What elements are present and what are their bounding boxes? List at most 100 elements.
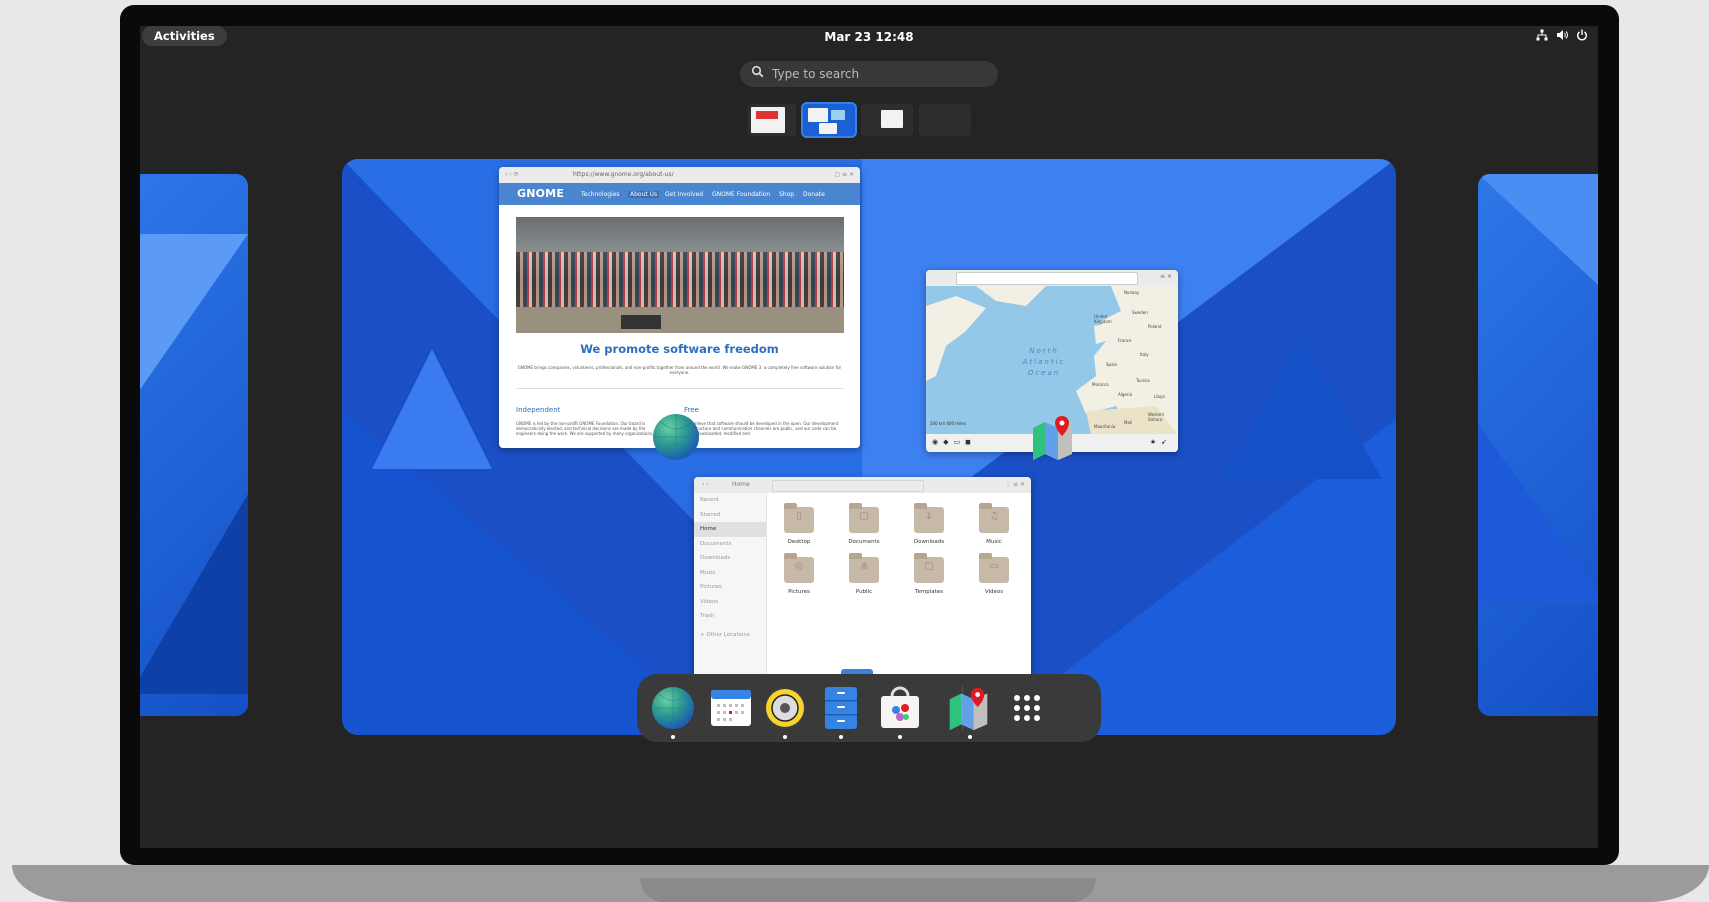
sidebar-item-pictures[interactable]: Pictures: [694, 580, 766, 595]
independent-heading: Independent: [516, 406, 561, 414]
maps-search-input[interactable]: [956, 272, 1138, 285]
gnome-site-nav: GNOME Technologies About Us Get Involved…: [499, 183, 860, 205]
path-field[interactable]: [772, 480, 924, 492]
web-app-icon: [653, 414, 699, 460]
rhythmbox-icon[interactable]: [763, 686, 807, 730]
folder-pictures[interactable]: ◎: [784, 553, 814, 583]
folder-label: Music: [986, 539, 1002, 545]
search-placeholder: Type to search: [772, 67, 860, 81]
label-libya: Libya: [1154, 394, 1165, 399]
back-button[interactable]: ‹ › ⟳: [505, 171, 519, 178]
wallpaper-facet: [1478, 424, 1598, 604]
nav-about-us[interactable]: About Us: [628, 191, 660, 198]
url-bar[interactable]: https://www.gnome.org/about-us/: [573, 171, 674, 178]
web-browser-window[interactable]: ‹ › ⟳ https://www.gnome.org/about-us/ ▢ …: [499, 167, 860, 448]
nav-gnome-foundation[interactable]: GNOME Foundation: [712, 191, 770, 198]
nav-arrows[interactable]: ‹ ›: [702, 481, 709, 488]
video-icon: ▭: [989, 561, 999, 572]
calendar-icon[interactable]: [709, 686, 753, 730]
camera-icon: ◎: [794, 561, 804, 572]
mini-window: [831, 110, 845, 120]
folder-documents[interactable]: ▢: [849, 503, 879, 533]
map-view[interactable]: North Atlantic Ocean Norway Sweden Unite…: [926, 286, 1178, 435]
window-controls[interactable]: ⋮ ≡ ✕: [1005, 481, 1025, 488]
crowd: [516, 252, 844, 307]
workspace-thumbnail-2[interactable]: [801, 102, 857, 138]
sidebar-item-videos[interactable]: Videos: [694, 595, 766, 610]
sidebar-item-trash[interactable]: Trash: [694, 609, 766, 624]
music-icon: ♫: [989, 511, 999, 522]
nav-donate[interactable]: Donate: [803, 191, 825, 198]
ocean-label: North Atlantic Ocean: [1022, 347, 1066, 377]
running-indicator: [968, 735, 972, 739]
network-icon: [1536, 29, 1548, 41]
top-bar: Activities Mar 23 12:48: [140, 26, 1598, 50]
files-window[interactable]: ‹ › Home ⋮ ≡ ✕ Recent Starred Home Docum…: [694, 477, 1031, 685]
window-controls[interactable]: ≡ ✕: [1160, 273, 1172, 280]
nav-shop[interactable]: Shop: [779, 191, 794, 198]
folder-public[interactable]: ⋔: [849, 553, 879, 583]
sidebar-item-downloads[interactable]: Downloads: [694, 551, 766, 566]
workspace-next[interactable]: [1478, 174, 1598, 716]
system-tray[interactable]: [1536, 29, 1588, 41]
maps-icon[interactable]: [947, 686, 991, 730]
folder-glyph-icon: ▯: [796, 511, 802, 522]
browser-headerbar: ‹ › ⟳ https://www.gnome.org/about-us/ ▢ …: [499, 167, 860, 183]
path-bar[interactable]: Home: [732, 481, 750, 488]
template-icon: ▢: [924, 561, 934, 572]
volume-icon: [1557, 30, 1568, 40]
power-icon: [1577, 29, 1587, 41]
wallpaper-facet: [372, 349, 492, 469]
ground: [516, 307, 844, 333]
clock[interactable]: Mar 23 12:48: [140, 30, 1598, 44]
folder-label: Pictures: [788, 589, 810, 595]
label-sweden: Sweden: [1132, 310, 1148, 315]
search-entry[interactable]: Type to search: [740, 61, 998, 87]
show-apps-icon[interactable]: [1005, 686, 1049, 730]
web-browser-icon[interactable]: [651, 686, 695, 730]
folder-downloads[interactable]: ↓: [914, 503, 944, 533]
free-text: We believe that software should be devel…: [684, 421, 839, 436]
folder-desktop[interactable]: ▯: [784, 503, 814, 533]
mini-window-content: [756, 111, 778, 119]
label-tunisia: Tunisia: [1136, 378, 1150, 383]
sidebar-item-documents[interactable]: Documents: [694, 537, 766, 552]
files-icon[interactable]: [819, 686, 863, 730]
workspace-thumbnail-1[interactable]: [748, 104, 796, 136]
label-france: France: [1118, 338, 1132, 343]
files-headerbar: ‹ › Home ⋮ ≡ ✕: [694, 477, 1031, 493]
sidebar-item-other-locations[interactable]: + Other Locations: [694, 628, 766, 643]
label-morocco: Morocco: [1092, 382, 1109, 387]
label-western-sahara: Western Sahara: [1148, 412, 1165, 422]
running-indicator: [898, 735, 902, 739]
sidebar-item-recent[interactable]: Recent: [694, 493, 766, 508]
folder-templates[interactable]: ▢: [914, 553, 944, 583]
nav-technologies[interactable]: Technologies: [581, 191, 620, 198]
folder-label: Downloads: [913, 539, 945, 545]
folder-label: Public: [855, 589, 873, 595]
folder-music[interactable]: ♫: [979, 503, 1009, 533]
maps-toolbar-buttons[interactable]: ◉◆▭◼: [932, 438, 976, 446]
dash: [637, 674, 1101, 742]
sidebar-item-home[interactable]: Home: [694, 522, 766, 537]
label-uk: United Kingdom: [1094, 314, 1112, 324]
label-italy: Italy: [1140, 352, 1149, 357]
workspace-thumbnail-3[interactable]: [861, 104, 913, 136]
maps-right-buttons[interactable]: ★➹: [1150, 438, 1172, 446]
running-indicator: [783, 735, 787, 739]
sidebar-item-starred[interactable]: Starred: [694, 508, 766, 523]
intro-text: GNOME brings companies, volunteers, prof…: [517, 365, 842, 375]
workspace-previous[interactable]: [140, 174, 248, 716]
wallpaper-facet: [140, 234, 248, 404]
folder-videos[interactable]: ▭: [979, 553, 1009, 583]
group-photo: [516, 217, 844, 333]
sidebar-item-music[interactable]: Music: [694, 566, 766, 581]
software-icon[interactable]: [878, 686, 922, 730]
workspace-thumbnail-4[interactable]: [919, 104, 971, 136]
nav-get-involved[interactable]: Get Involved: [665, 191, 703, 198]
gnome-logo[interactable]: GNOME: [517, 187, 564, 200]
label-mali: Mali: [1124, 420, 1133, 425]
window-controls[interactable]: ▢ ≡ ✕: [834, 171, 854, 178]
wallpaper-facet: [1478, 174, 1598, 294]
label-mauritania: Mauritania: [1094, 424, 1116, 429]
